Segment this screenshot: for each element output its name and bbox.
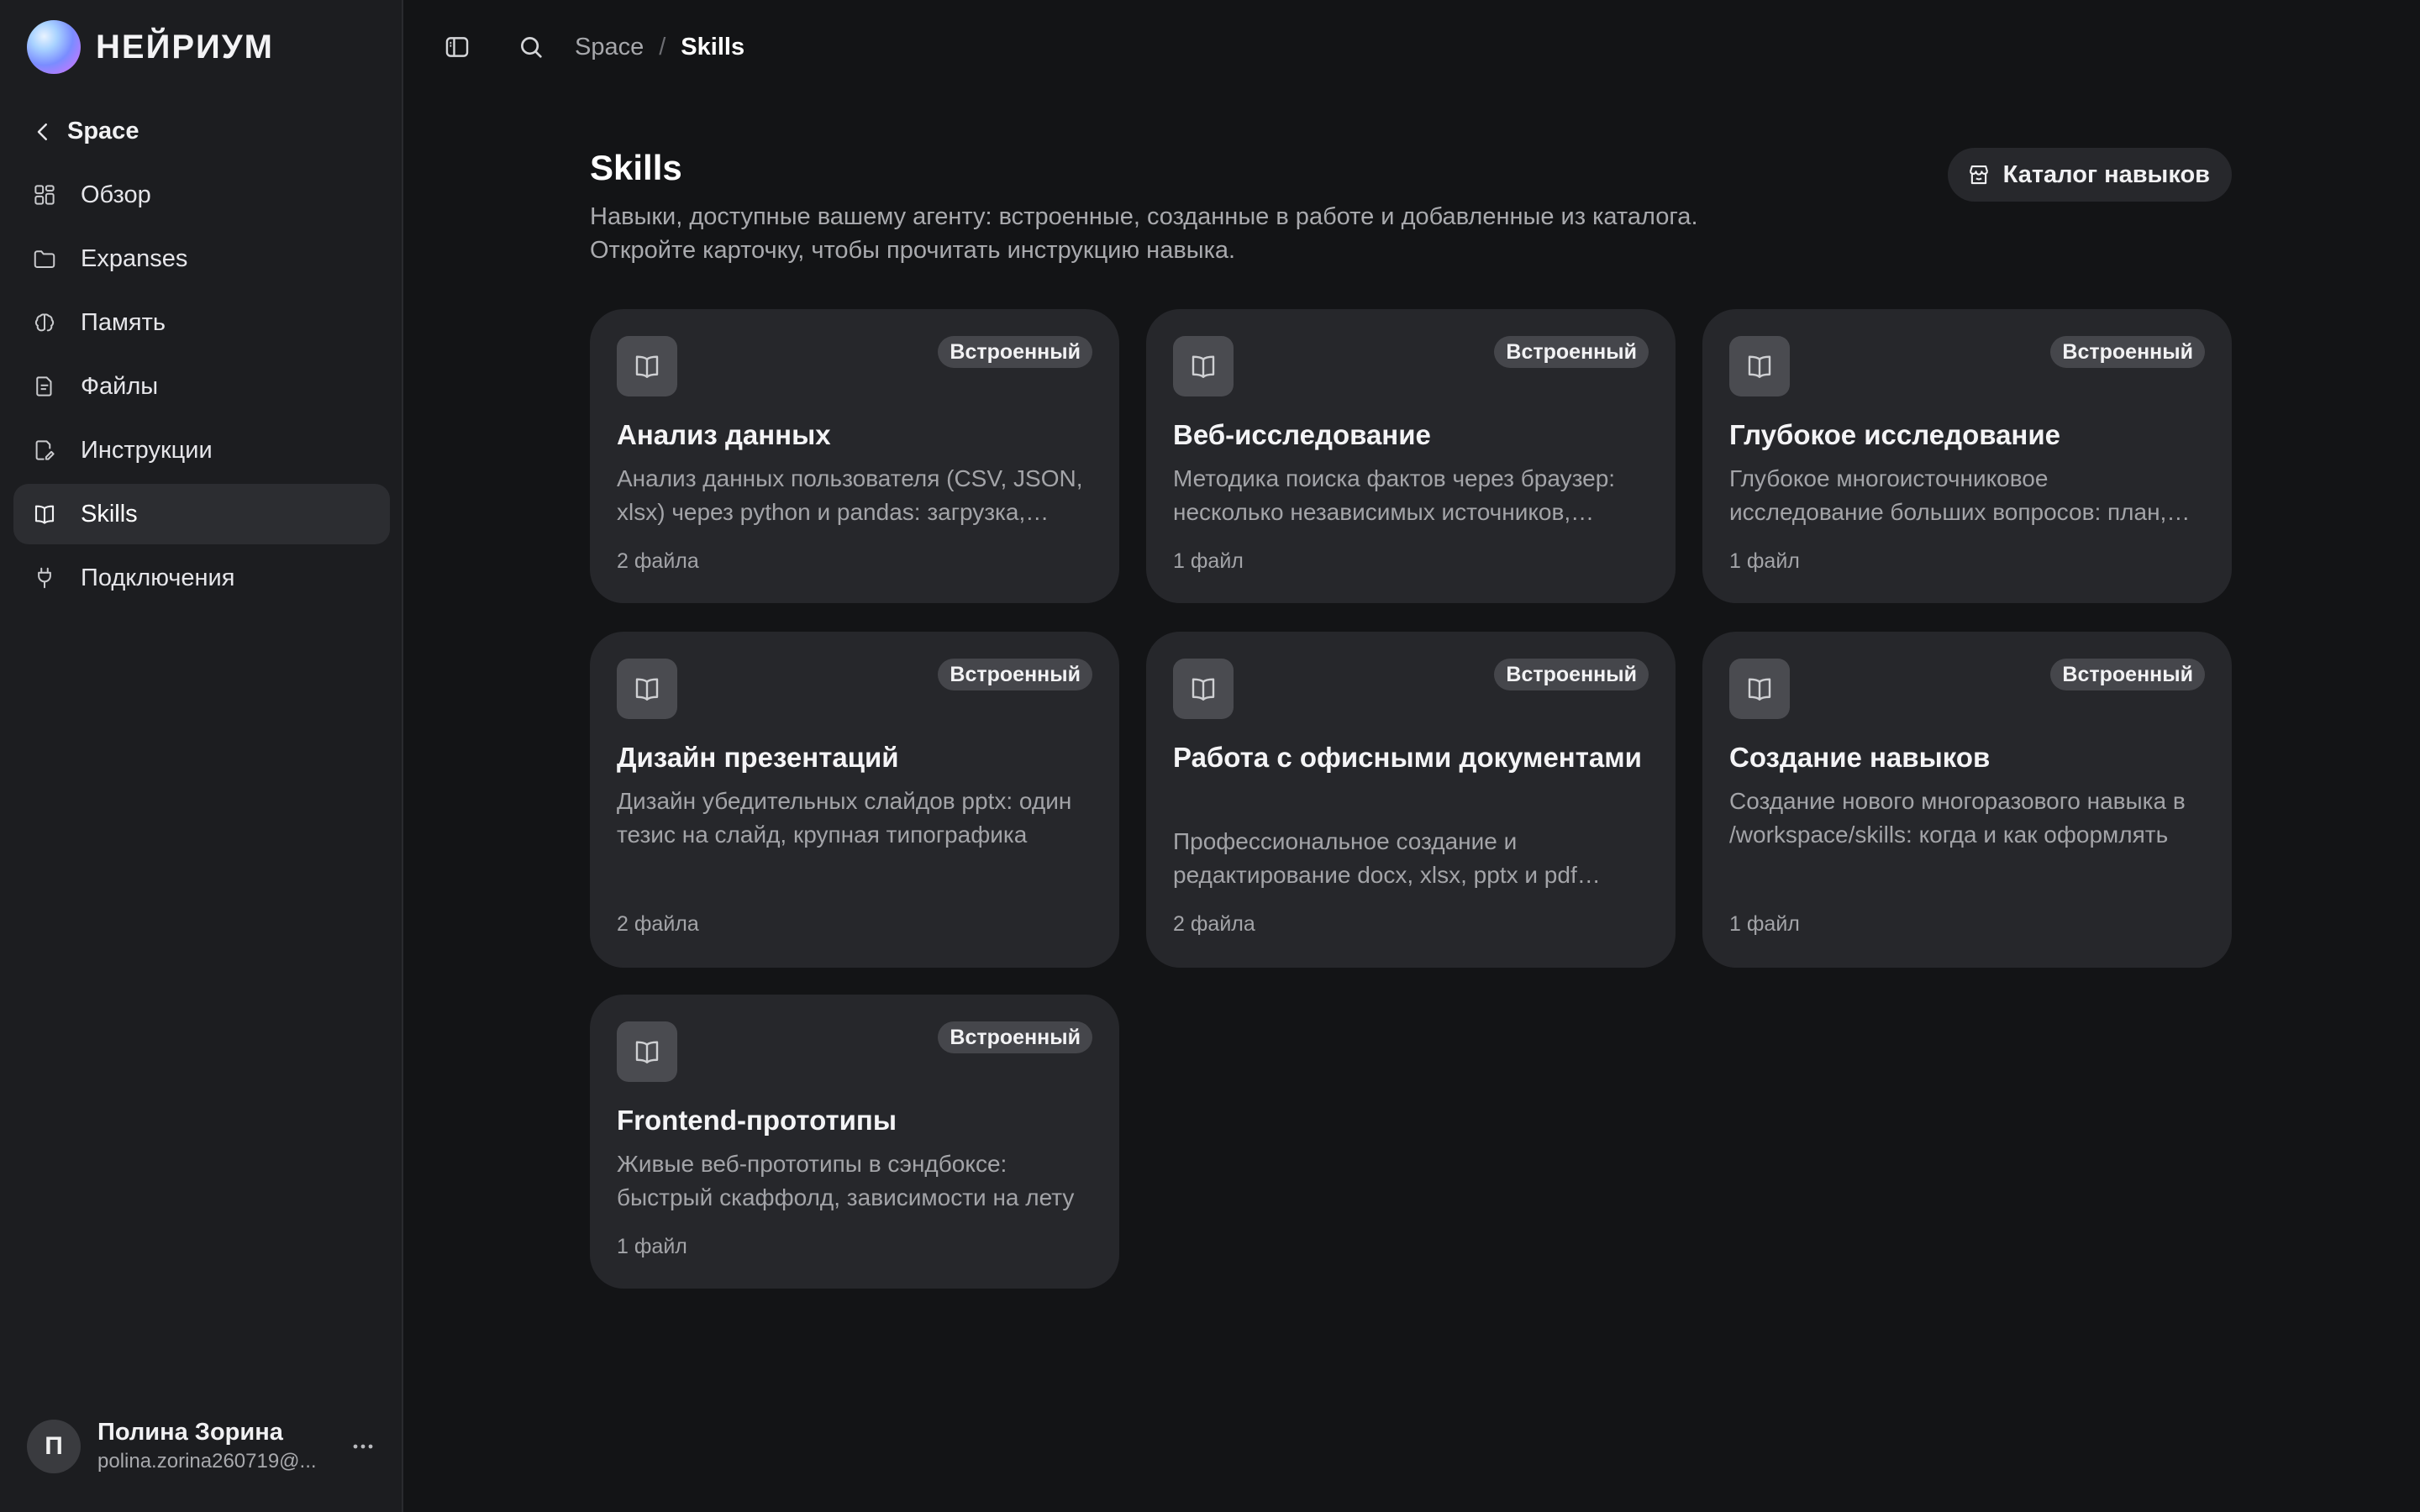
skill-file-count: 1 файл xyxy=(1173,549,1244,573)
skill-title: Веб-исследование xyxy=(1173,419,1431,450)
skill-file-count: 1 файл xyxy=(1729,912,1800,936)
brain-icon xyxy=(30,308,59,337)
skill-file-count: 1 файл xyxy=(617,1235,687,1258)
skill-file-count: 2 файла xyxy=(617,912,699,936)
sidebar-item-memory[interactable]: Память xyxy=(13,292,390,353)
toggle-sidebar-button[interactable] xyxy=(439,29,476,66)
book-icon xyxy=(617,1021,677,1082)
app-root: НЕЙРИУМ Space Обзор Expanses Память Файл… xyxy=(0,0,2420,1512)
skill-card-web-research[interactable]: Встроенный Веб-исследование Методика пои… xyxy=(1146,309,1676,603)
skill-card-office-documents[interactable]: Встроенный Работа с офисными документами… xyxy=(1146,632,1676,968)
skill-card-deep-research[interactable]: Встроенный Глубокое исследование Глубоко… xyxy=(1702,309,2232,603)
skill-title: Работа с офисными документами xyxy=(1173,742,1642,773)
skill-description: Создание нового многоразового навыка в /… xyxy=(1729,788,2186,848)
breadcrumb-current: Skills xyxy=(681,33,745,60)
skill-description: Анализ данных пользователя (CSV, JSON, x… xyxy=(617,465,1083,525)
sidebar-item-expanses[interactable]: Expanses xyxy=(13,228,390,289)
breadcrumb: Space / Skills xyxy=(575,34,744,61)
skill-card-presentation-design[interactable]: Встроенный Дизайн презентаций Дизайн убе… xyxy=(590,632,1119,968)
skill-title: Создание навыков xyxy=(1729,742,1991,773)
user-profile[interactable]: П Полина Зорина polina.zorina260719@... xyxy=(27,1419,380,1473)
sidebar-nav: Обзор Expanses Память Файлы Инструкции S… xyxy=(13,165,390,612)
search-button[interactable] xyxy=(513,29,550,66)
back-to-space-link[interactable]: Space xyxy=(30,118,139,145)
sidebar-item-label: Память xyxy=(81,308,166,336)
user-email: polina.zorina260719@... xyxy=(97,1450,317,1473)
book-icon xyxy=(30,500,59,528)
skill-card-skill-creation[interactable]: Встроенный Создание навыков Создание нов… xyxy=(1702,632,2232,968)
more-options-button[interactable] xyxy=(346,1430,380,1463)
brand-name: НЕЙРИУМ xyxy=(96,28,274,66)
sidebar-item-label: Skills xyxy=(81,500,138,528)
back-label: Space xyxy=(67,118,139,144)
skill-title: Дизайн презентаций xyxy=(617,742,899,773)
skill-title: Frontend-прототипы xyxy=(617,1105,897,1136)
topbar: Space / Skills xyxy=(403,0,2420,94)
document-edit-icon xyxy=(30,436,59,465)
sidebar-item-files[interactable]: Файлы xyxy=(13,356,390,417)
book-icon xyxy=(617,336,677,396)
plug-icon xyxy=(30,564,59,592)
ellipsis-icon xyxy=(353,1444,373,1448)
sidebar: НЕЙРИУМ Space Обзор Expanses Память Файл… xyxy=(0,0,403,1512)
chevron-left-icon xyxy=(37,123,47,140)
breadcrumb-separator: / xyxy=(659,33,666,60)
book-icon xyxy=(1729,659,1790,719)
skill-description: Дизайн убедительных слайдов pptx: один т… xyxy=(617,788,1072,848)
sidebar-item-label: Подключения xyxy=(81,564,235,591)
file-icon xyxy=(30,372,59,401)
skill-title: Глубокое исследование xyxy=(1729,419,2061,450)
status-badge: Встроенный xyxy=(938,659,1092,690)
status-badge: Встроенный xyxy=(2050,336,2205,368)
skill-file-count: 1 файл xyxy=(1729,549,1800,573)
breadcrumb-space[interactable]: Space xyxy=(575,34,644,61)
sidebar-item-skills[interactable]: Skills xyxy=(13,484,390,544)
status-badge: Встроенный xyxy=(938,1021,1092,1053)
store-icon xyxy=(1969,165,1988,185)
page-description: Навыки, доступные вашему агенту: встроен… xyxy=(590,203,1698,264)
user-name: Полина Зорина xyxy=(97,1419,283,1446)
sidebar-item-connections[interactable]: Подключения xyxy=(13,548,390,608)
skill-description: Методика поиска фактов через браузер: не… xyxy=(1173,465,1616,525)
skills-catalog-button[interactable]: Каталог навыков xyxy=(1947,148,2232,202)
skills-page: Skills Навыки, доступные вашему агенту: … xyxy=(590,148,2232,1289)
catalog-button-label: Каталог навыков xyxy=(2002,160,2210,188)
grid-icon xyxy=(30,181,59,209)
book-icon xyxy=(1173,659,1234,719)
skill-card-data-analysis[interactable]: Встроенный Анализ данных Анализ данных п… xyxy=(590,309,1119,603)
book-icon xyxy=(1173,336,1234,396)
sidebar-item-instructions[interactable]: Инструкции xyxy=(13,420,390,480)
sidebar-item-overview[interactable]: Обзор xyxy=(13,165,390,225)
status-badge: Встроенный xyxy=(1494,336,1649,368)
folder-icon xyxy=(30,244,59,273)
skill-description: Профессиональное создание и редактирован… xyxy=(1173,828,1577,888)
status-badge: Встроенный xyxy=(938,336,1092,368)
user-info: Полина Зорина polina.zorina260719@... xyxy=(97,1419,341,1473)
book-icon xyxy=(1729,336,1790,396)
search-icon xyxy=(521,37,542,58)
sidebar-item-label: Инструкции xyxy=(81,436,213,464)
brand-logo-icon xyxy=(27,20,81,74)
sidebar-item-label: Обзор xyxy=(81,181,151,208)
sidebar-toggle-icon xyxy=(445,37,469,57)
status-badge: Встроенный xyxy=(1494,659,1649,690)
avatar: П xyxy=(27,1419,81,1473)
skill-description: Глубокое многоисточниковое исследование … xyxy=(1729,465,2167,525)
brand[interactable]: НЕЙРИУМ xyxy=(27,20,274,74)
skill-file-count: 2 файла xyxy=(1173,912,1255,936)
status-badge: Встроенный xyxy=(2050,659,2205,690)
skill-title: Анализ данных xyxy=(617,419,831,450)
sidebar-item-label: Файлы xyxy=(81,372,159,400)
book-icon xyxy=(617,659,677,719)
sidebar-item-label: Expanses xyxy=(81,244,188,272)
skill-card-frontend-prototypes[interactable]: Встроенный Frontend-прототипы Живые веб-… xyxy=(590,995,1119,1289)
skill-file-count: 2 файла xyxy=(617,549,699,573)
main-area: Space / Skills Skills Навыки, доступные … xyxy=(403,0,2420,1512)
skill-description: Живые веб-прототипы в сэндбоксе: быстрый… xyxy=(617,1151,1075,1210)
